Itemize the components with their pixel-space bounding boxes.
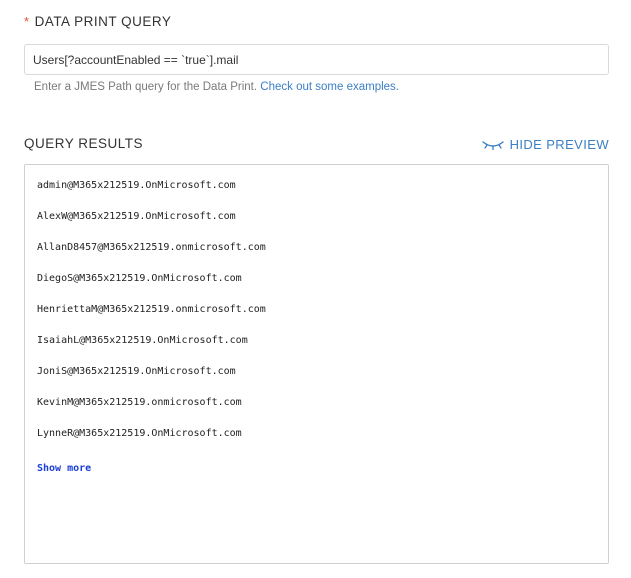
result-line: KevinM@M365x212519.onmicrosoft.com xyxy=(37,397,242,408)
eye-closed-icon xyxy=(481,140,504,150)
query-results-panel: admin@M365x212519.OnMicrosoft.com AlexW@… xyxy=(24,164,609,564)
required-marker: * xyxy=(24,14,30,29)
result-line: LynneR@M365x212519.OnMicrosoft.com xyxy=(37,428,242,439)
result-line: IsaiahL@M365x212519.OnMicrosoft.com xyxy=(37,335,248,346)
result-line: HenriettaM@M365x212519.onmicrosoft.com xyxy=(37,304,266,315)
result-line: admin@M365x212519.OnMicrosoft.com xyxy=(37,180,236,191)
query-help-text: Enter a JMES Path query for the Data Pri… xyxy=(34,81,258,93)
query-help: Enter a JMES Path query for the Data Pri… xyxy=(34,81,399,93)
result-line: AlexW@M365x212519.OnMicrosoft.com xyxy=(37,211,236,222)
data-print-query-label: * DATA PRINT QUERY xyxy=(24,14,171,29)
hide-preview-button[interactable]: HIDE PREVIEW xyxy=(481,137,609,152)
show-more-link[interactable]: Show more xyxy=(37,462,91,476)
hide-preview-label: HIDE PREVIEW xyxy=(509,137,609,152)
query-input[interactable] xyxy=(24,44,609,75)
result-line: JoniS@M365x212519.OnMicrosoft.com xyxy=(37,366,236,377)
data-print-query-label-text: DATA PRINT QUERY xyxy=(34,14,172,29)
examples-link[interactable]: Check out some examples. xyxy=(260,81,399,93)
result-line: DiegoS@M365x212519.OnMicrosoft.com xyxy=(37,273,242,284)
query-results-label: QUERY RESULTS xyxy=(24,136,144,151)
result-line: AllanD8457@M365x212519.onmicrosoft.com xyxy=(37,242,266,253)
